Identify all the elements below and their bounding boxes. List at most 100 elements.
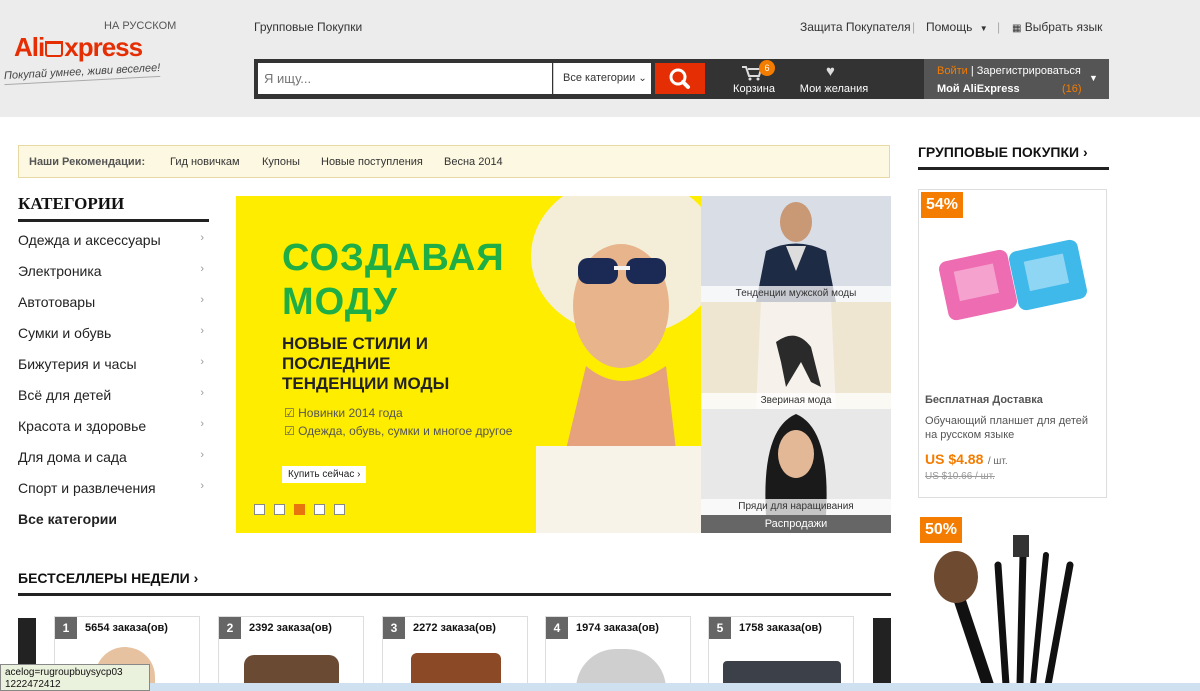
- category-item[interactable]: Спорт и развлечения ›: [18, 480, 208, 496]
- group-deal-card[interactable]: 54% Бесплатная Доставка Обучающий планше…: [918, 189, 1107, 498]
- group-deals-title[interactable]: ГРУППОВЫЕ ПОКУПКИ ›: [918, 144, 1088, 160]
- group-deal-card[interactable]: 50%: [918, 515, 1107, 691]
- banner-sub-line1: НОВЫЕ СТИЛИ И: [282, 334, 429, 353]
- chevron-right-icon: ›: [200, 325, 204, 337]
- cart-count-badge: 6: [759, 60, 775, 76]
- bestsellers-title[interactable]: БЕСТСЕЛЛЕРЫ НЕДЕЛИ ›: [18, 570, 198, 586]
- category-item[interactable]: Бижутерия и часы ›: [18, 356, 208, 372]
- category-label: Электроника: [18, 263, 102, 279]
- cart-button[interactable]: 6 Корзина: [729, 60, 779, 97]
- order-count: 1974 заказа(ов): [576, 622, 659, 634]
- banner-headline: СОЗДАВАЯ МОДУ: [282, 236, 505, 324]
- wishlist-label: Мои желания: [799, 83, 869, 95]
- banner-bullet-text: Одежда, обувь, сумки и многое другое: [298, 424, 513, 438]
- chevron-right-icon: ›: [200, 449, 204, 461]
- promo-tile[interactable]: Тенденции мужской моды: [701, 196, 891, 302]
- group-buy-link[interactable]: Групповые Покупки: [254, 20, 362, 34]
- logo-language: НА РУССКОМ: [104, 20, 177, 32]
- category-select[interactable]: Все категории ⌄: [553, 63, 651, 94]
- promo-banner[interactable]: СОЗДАВАЯ МОДУ НОВЫЕ СТИЛИ И ПОСЛЕДНИЕ ТЕНДЕ…: [236, 196, 701, 533]
- slide-dot[interactable]: [274, 504, 285, 515]
- old-price: US $10.66 / шт.: [925, 471, 995, 482]
- category-select-label: Все категории: [563, 72, 636, 84]
- promo-tile[interactable]: Звериная мода: [701, 302, 891, 409]
- banner-sub-line2: ПОСЛЕДНИЕ: [282, 354, 391, 373]
- category-label: Спорт и развлечения: [18, 480, 156, 496]
- sale-tile[interactable]: Распродажи: [701, 515, 891, 533]
- search-bar: Все категории ⌄ 6 Корзина ♥ Мои желани: [254, 59, 1109, 99]
- bestseller-card[interactable]: 4 1974 заказа(ов): [545, 616, 691, 691]
- category-label: Всё для детей: [18, 387, 112, 403]
- checkbox-icon: ☑: [284, 424, 295, 438]
- category-item[interactable]: Автотовары ›: [18, 294, 208, 310]
- rec-link[interactable]: Гид новичкам: [170, 156, 240, 168]
- slide-dot-active[interactable]: [294, 504, 305, 515]
- rank-badge: 5: [709, 617, 731, 639]
- product-title[interactable]: Обучающий планшет для детей на русском я…: [925, 414, 1103, 442]
- divider: [18, 219, 209, 222]
- carousel-next-button[interactable]: [873, 618, 891, 691]
- banner-bullet-text: Новинки 2014 года: [298, 406, 403, 420]
- tile-caption: Пряди для наращивания: [701, 499, 891, 515]
- rec-link[interactable]: Купоны: [262, 156, 300, 168]
- my-aliexpress-link[interactable]: Мой AliExpress: [937, 83, 1020, 95]
- category-label: Для дома и сада: [18, 449, 127, 465]
- taskbar-strip: [150, 683, 1200, 691]
- wishlist-button[interactable]: ♥ Мои желания: [794, 63, 874, 97]
- page: НА РУССКОМ Ali xpress Покупай умнее, живи…: [0, 0, 1200, 691]
- category-label: Сумки и обувь: [18, 325, 112, 341]
- category-item[interactable]: Для дома и сада ›: [18, 449, 208, 465]
- recommendations-bar: Наши Рекомендации: Гид новичкам Купоны Н…: [18, 145, 890, 178]
- chevron-right-icon: ›: [200, 263, 204, 275]
- product-image: [939, 239, 1087, 321]
- search-input[interactable]: [258, 63, 552, 94]
- help-menu[interactable]: Помощь ▼: [926, 20, 988, 34]
- banner-subheadline: НОВЫЕ СТИЛИ И ПОСЛЕДНИЕ ТЕНДЕНЦИИ МОДЫ: [282, 334, 449, 394]
- my-aliexpress-count: (16): [1062, 83, 1082, 95]
- register-link[interactable]: Зарегистрироваться: [977, 65, 1081, 77]
- price-unit: / шт.: [987, 456, 1008, 467]
- logo-cart-icon: [45, 41, 64, 57]
- rec-link[interactable]: Весна 2014: [444, 156, 503, 168]
- logo-express-text: xpress: [64, 32, 143, 62]
- chevron-right-icon: ›: [1082, 144, 1088, 160]
- chevron-right-icon: ›: [200, 232, 204, 244]
- rank-badge: 2: [219, 617, 241, 639]
- order-count: 2392 заказа(ов): [249, 622, 332, 634]
- bestseller-card[interactable]: 3 2272 заказа(ов): [382, 616, 528, 691]
- status-extra: 1222472412: [5, 679, 61, 690]
- search-button[interactable]: [655, 63, 705, 94]
- tile-caption: Тенденции мужской моды: [701, 286, 891, 302]
- all-categories-link[interactable]: Все категории: [18, 511, 208, 527]
- banner-bullet: ☑ Одежда, обувь, сумки и многое другое: [284, 424, 512, 438]
- category-item[interactable]: Красота и здоровье ›: [18, 418, 208, 434]
- buy-now-button[interactable]: Купить сейчас ›: [282, 466, 367, 483]
- category-item[interactable]: Одежда и аксессуары ›: [18, 232, 208, 248]
- slogan: Покупай умнее, живи веселее!: [3, 61, 161, 86]
- bestseller-card[interactable]: 2 2392 заказа(ов): [218, 616, 364, 691]
- buyer-protection-link[interactable]: Защита Покупателя: [800, 20, 911, 34]
- rec-link[interactable]: Новые поступления: [321, 156, 423, 168]
- category-item[interactable]: Электроника ›: [18, 263, 208, 279]
- order-count: 2272 заказа(ов): [413, 622, 496, 634]
- group-deals-title-text: ГРУППОВЫЕ ПОКУПКИ: [918, 144, 1080, 160]
- header: НА РУССКОМ Ali xpress Покупай умнее, живи…: [0, 0, 1200, 117]
- category-item[interactable]: Сумки и обувь ›: [18, 325, 208, 341]
- promo-tile[interactable]: Пряди для наращивания: [701, 409, 891, 515]
- category-item[interactable]: Всё для детей ›: [18, 387, 208, 403]
- chevron-right-icon: ›: [200, 418, 204, 430]
- order-count: 5654 заказа(ов): [85, 622, 168, 634]
- language-selector[interactable]: ▦ Выбрать язык: [1012, 20, 1102, 34]
- bestseller-card[interactable]: 5 1758 заказа(ов): [708, 616, 854, 691]
- signin-link[interactable]: Войти: [937, 65, 968, 77]
- browser-status-bar: acelog=rugroupbuysycp03 1222472412: [0, 664, 150, 691]
- category-label: Красота и здоровье: [18, 418, 147, 434]
- aliexpress-logo[interactable]: Ali xpress: [14, 32, 143, 63]
- slide-dot[interactable]: [334, 504, 345, 515]
- slide-dot[interactable]: [254, 504, 265, 515]
- chevron-down-icon[interactable]: ▼: [1089, 73, 1098, 83]
- chevron-down-icon: ▼: [979, 24, 988, 33]
- order-count: 1758 заказа(ов): [739, 622, 822, 634]
- search-icon: [669, 68, 690, 89]
- slide-dot[interactable]: [314, 504, 325, 515]
